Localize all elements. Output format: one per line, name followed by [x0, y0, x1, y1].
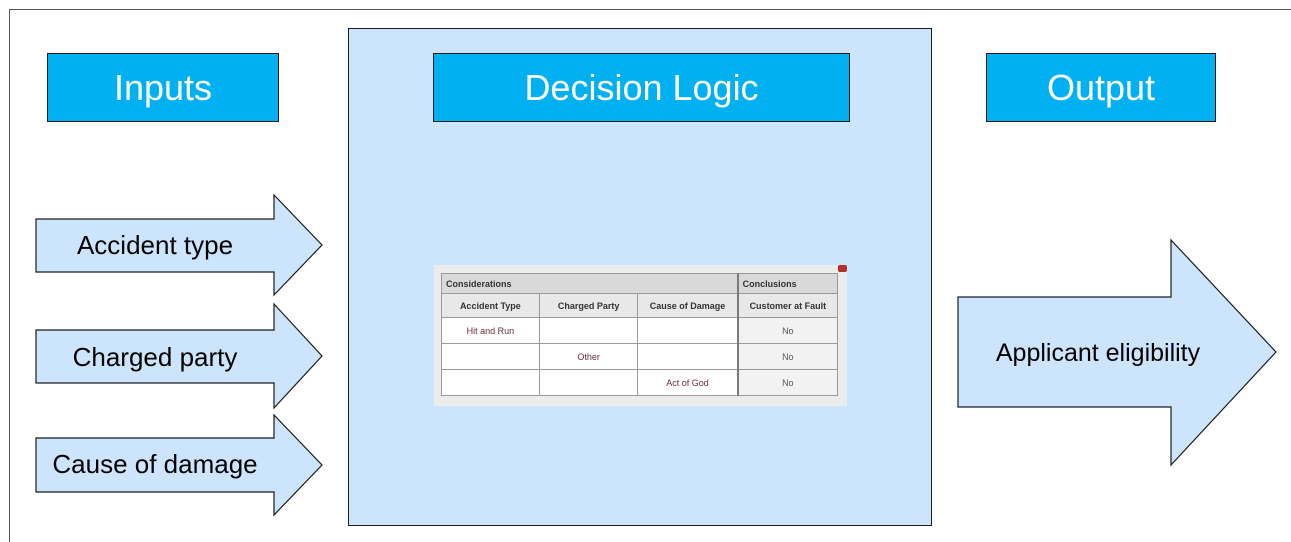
decision-table-card: Considerations Conclusions Accident Type… — [434, 265, 847, 406]
table-cell[interactable] — [637, 343, 739, 370]
table-cell-conclusion[interactable]: No — [736, 369, 838, 396]
applicant-eligibility-label: Applicant eligibility — [995, 338, 1201, 367]
table-cell[interactable] — [538, 369, 639, 396]
table-cell[interactable]: Act of God — [637, 369, 739, 396]
conclusions-group-header: Conclusions — [736, 273, 838, 294]
considerations-group-header: Considerations — [440, 273, 739, 294]
table-row: Act of God No — [441, 369, 838, 396]
table-row: Other No — [441, 343, 838, 370]
table-corner-icon[interactable] — [838, 265, 847, 272]
table-cell[interactable]: Hit and Run — [441, 317, 540, 344]
column-header-customer-at-fault[interactable]: Customer at Fault — [736, 293, 838, 318]
decision-table: Considerations Conclusions Accident Type… — [440, 273, 838, 396]
cause-of-damage-label: Cause of damage — [52, 448, 258, 479]
table-cell[interactable] — [637, 317, 739, 344]
table-cell[interactable]: Other — [538, 343, 639, 370]
table-cell-conclusion[interactable]: No — [736, 317, 838, 344]
table-cell-conclusion[interactable]: No — [736, 343, 838, 370]
accident-type-label: Accident type — [76, 229, 234, 260]
charged-party-label: Charged party — [72, 341, 238, 372]
table-cell[interactable] — [538, 317, 639, 344]
table-cell[interactable] — [441, 343, 540, 370]
column-header-cause-of-damage[interactable]: Cause of Damage — [637, 293, 739, 318]
column-header-accident-type[interactable]: Accident Type — [441, 293, 540, 318]
column-header-charged-party[interactable]: Charged Party — [538, 293, 639, 318]
table-cell[interactable] — [441, 369, 540, 396]
table-row: Hit and Run No — [441, 317, 838, 344]
